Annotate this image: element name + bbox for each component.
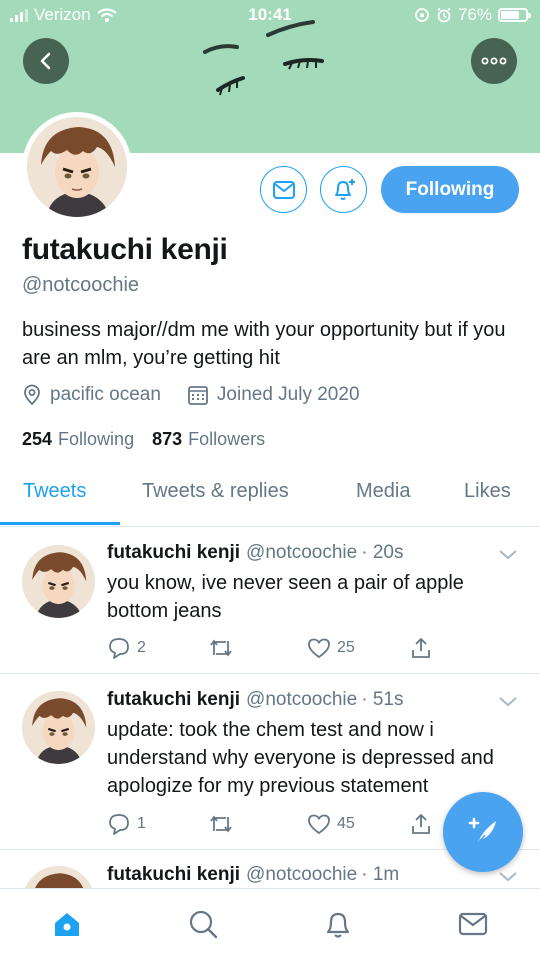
tweet-avatar[interactable]: [22, 545, 95, 618]
joined-item: Joined July 2020: [187, 384, 360, 406]
nav-search[interactable]: [186, 907, 220, 941]
nav-home[interactable]: [50, 907, 84, 941]
nav-notifications[interactable]: [321, 907, 355, 941]
compose-feather-icon: [468, 817, 496, 846]
share-action[interactable]: [409, 636, 433, 660]
battery-percent: 76%: [457, 5, 492, 24]
following-label: Following: [58, 429, 135, 449]
tweet-author-name: futakuchi kenji: [107, 864, 241, 885]
orientation-lock-icon: [415, 8, 429, 22]
tweet-item[interactable]: futakuchi kenji @notcoochie · 20s you know…: [0, 527, 540, 674]
reply-action[interactable]: 2: [107, 636, 207, 660]
location-pin-icon: [24, 384, 40, 406]
tweet-actions: 2 25: [107, 636, 433, 660]
active-tab-indicator: [0, 522, 120, 525]
following-button[interactable]: Following: [381, 166, 519, 213]
notifications-icon: [326, 912, 350, 938]
followers-count-link[interactable]: 873 Followers: [152, 429, 265, 450]
bottom-navigation: [0, 888, 540, 960]
retweet-action[interactable]: [207, 812, 307, 836]
tweet-text: update: took the chem test and now i und…: [107, 719, 494, 797]
reply-count: 2: [137, 639, 146, 656]
profile-meta: pacific ocean Joined July 2020: [22, 384, 386, 406]
tweet-header: futakuchi kenji @notcoochie · 51s: [107, 689, 403, 711]
location-item: pacific ocean: [22, 384, 161, 406]
tab-media[interactable]: Media: [356, 480, 410, 503]
back-button[interactable]: [23, 38, 69, 84]
more-options-button[interactable]: [471, 38, 517, 84]
followers-label: Followers: [188, 429, 266, 449]
calendar-icon: [188, 386, 208, 405]
profile-name: futakuchi kenji: [22, 233, 228, 266]
heart-icon: [308, 638, 330, 659]
reply-icon: [109, 638, 129, 659]
home-icon: [55, 913, 79, 936]
tweet-actions: 1 45: [107, 812, 433, 836]
like-action[interactable]: 45: [307, 813, 409, 835]
tweet-header: futakuchi kenji @notcoochie · 20s: [107, 542, 403, 564]
tab-tweets-and-replies[interactable]: Tweets & replies: [142, 480, 289, 503]
chevron-down-icon[interactable]: [498, 871, 518, 883]
tweet-header: futakuchi kenji @notcoochie · 1m: [107, 864, 399, 886]
share-icon: [412, 637, 430, 658]
following-count-link[interactable]: 254 Following: [22, 429, 134, 450]
joined-text: Joined July 2020: [216, 384, 360, 405]
tweet-time: · 51s: [361, 689, 404, 710]
alarm-icon: [437, 7, 451, 23]
avatar-image: [27, 117, 127, 217]
chevron-down-icon[interactable]: [498, 549, 518, 561]
like-count: 25: [337, 639, 355, 656]
tweet-author-handle: @notcoochie: [246, 689, 358, 710]
nav-messages[interactable]: [456, 907, 490, 941]
chevron-left-icon: [40, 52, 51, 70]
profile-handle: @notcoochie: [22, 274, 140, 296]
compose-tweet-button[interactable]: [443, 792, 523, 872]
chevron-down-icon[interactable]: [498, 696, 518, 708]
tweet-author-handle: @notcoochie: [246, 864, 358, 885]
more-horizontal-icon: [481, 57, 507, 65]
battery-icon: [498, 8, 531, 22]
tab-tweets[interactable]: Tweets: [23, 480, 86, 503]
retweet-icon: [210, 639, 232, 657]
retweet-action[interactable]: [207, 636, 307, 660]
envelope-icon: [272, 180, 295, 199]
share-icon: [412, 813, 430, 834]
tweet-author-name: futakuchi kenji: [107, 542, 241, 563]
location-text: pacific ocean: [50, 384, 161, 405]
profile-bio: business major//dm me with your opportun…: [22, 319, 506, 369]
tweet-text: you know, ive never seen a pair of apple…: [107, 572, 464, 622]
reply-action[interactable]: 1: [107, 812, 207, 836]
share-action[interactable]: [409, 812, 433, 836]
profile-tabs: Tweets Tweets & replies Media Likes: [0, 470, 540, 527]
retweet-icon: [210, 815, 232, 833]
tweet-time: · 1m: [361, 864, 400, 885]
message-button[interactable]: [260, 166, 307, 213]
reply-count: 1: [137, 815, 146, 832]
bell-plus-icon: [334, 178, 355, 200]
follow-counts: 254 Following 873 Followers: [22, 429, 265, 450]
like-action[interactable]: 25: [307, 637, 409, 659]
tab-likes[interactable]: Likes: [464, 480, 511, 503]
tweet-author-name: futakuchi kenji: [107, 689, 241, 710]
followers-count: 873: [152, 429, 183, 449]
profile-avatar[interactable]: [22, 112, 132, 222]
tweet-author-handle: @notcoochie: [246, 542, 358, 563]
tweet-time: · 20s: [361, 542, 404, 563]
search-icon: [189, 910, 218, 939]
status-bar: Verizon 10:41 76%: [0, 0, 540, 30]
following-count: 254: [22, 429, 53, 449]
status-right: 76%: [414, 5, 531, 25]
tweet-avatar[interactable]: [22, 691, 95, 764]
notifications-toggle-button[interactable]: [320, 166, 367, 213]
reply-icon: [109, 814, 129, 835]
like-count: 45: [337, 815, 355, 832]
heart-icon: [308, 814, 330, 835]
messages-icon: [458, 912, 488, 936]
